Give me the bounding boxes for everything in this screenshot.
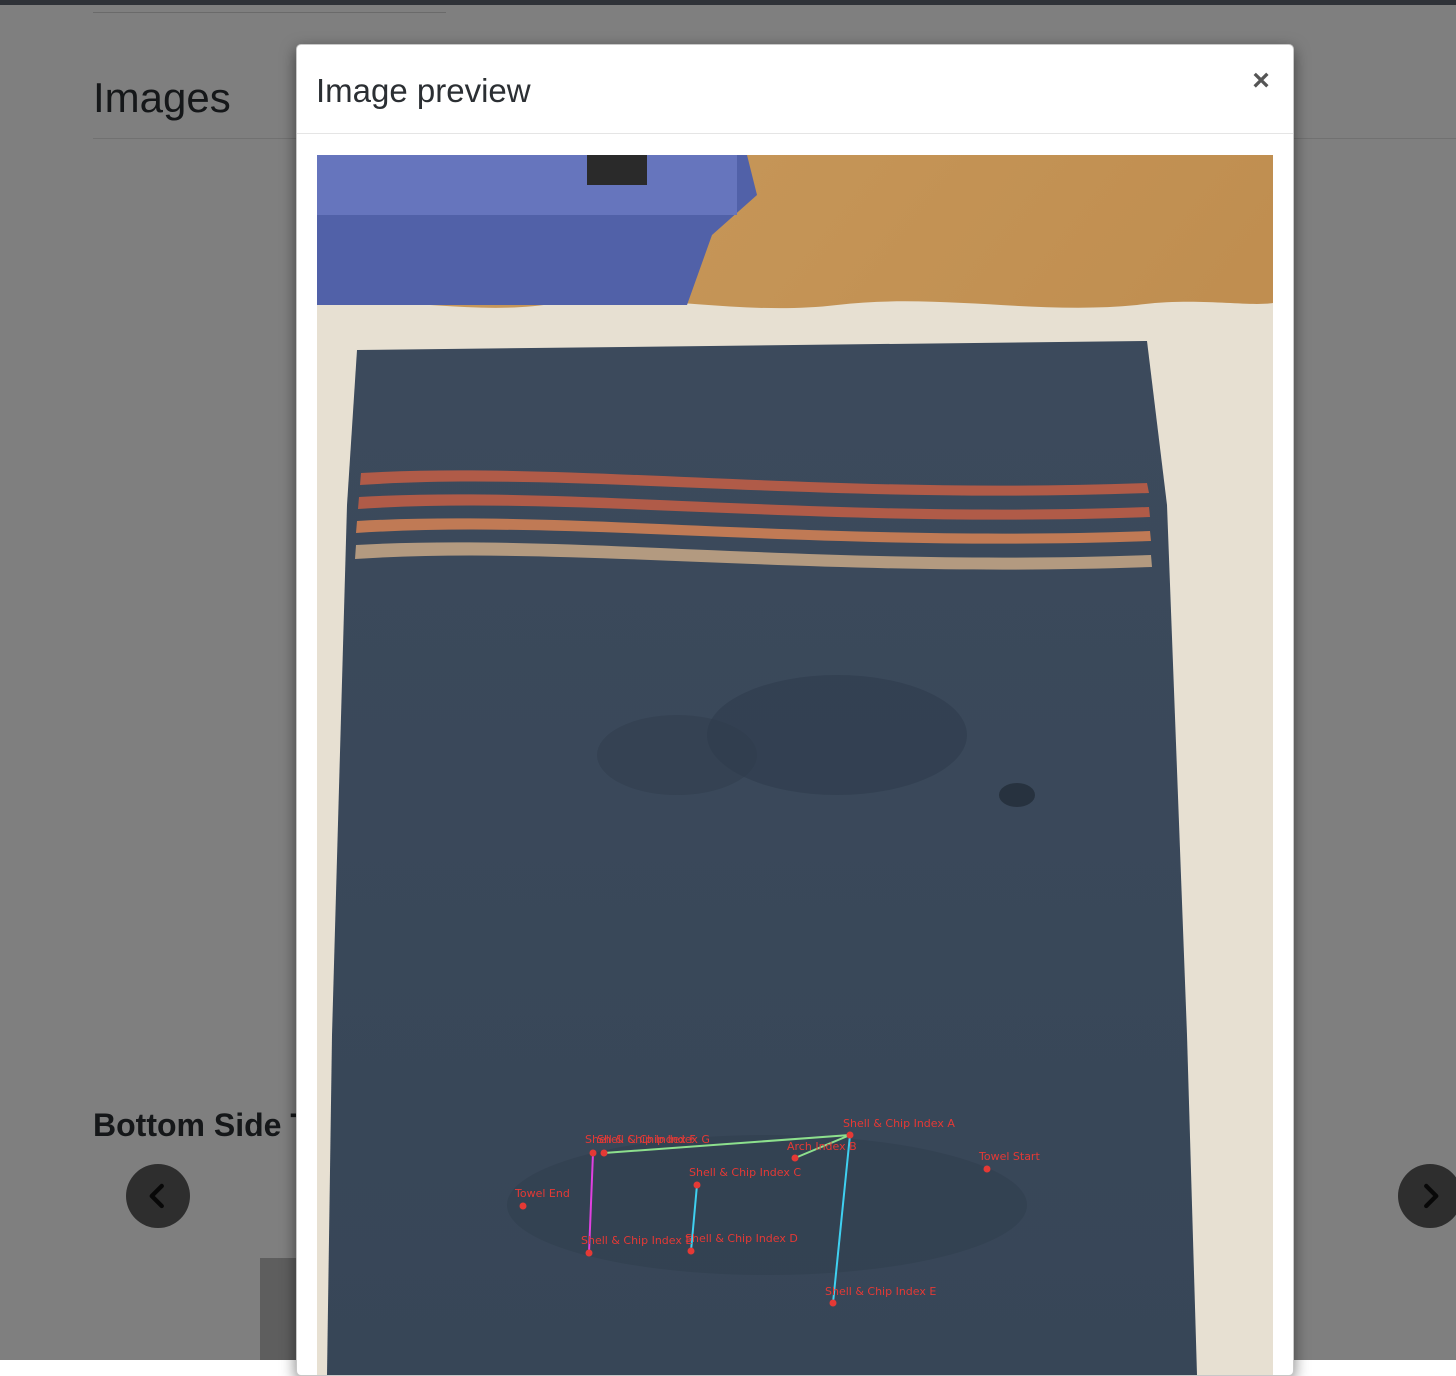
annotation-point bbox=[846, 1131, 854, 1139]
annotation-label: Towel Start bbox=[978, 1150, 1040, 1163]
annotation-label: Shell & Chip Index D bbox=[685, 1232, 798, 1245]
modal-header: Image preview × bbox=[297, 45, 1293, 134]
annotation-label: Shell & Chip Index G bbox=[597, 1133, 710, 1146]
close-button[interactable]: × bbox=[1245, 65, 1277, 97]
modal-body: Shell & Chip Index A Arch Index B Shell … bbox=[317, 155, 1273, 1375]
modal-title: Image preview bbox=[316, 72, 531, 109]
preview-image: Shell & Chip Index A Arch Index B Shell … bbox=[317, 155, 1273, 1375]
image-preview-modal: Image preview × Shell & Chip Index A Arc… bbox=[296, 44, 1294, 1376]
annotation-label: Shell & Chip Index C bbox=[689, 1166, 801, 1179]
annotation-label: Shell & Chip Index A bbox=[843, 1117, 955, 1130]
annotation-label: Shell & Chip Index E bbox=[581, 1234, 692, 1247]
annotation-label: Towel End bbox=[514, 1187, 570, 1200]
annotation-label: Shell & Chip Index E bbox=[825, 1285, 936, 1298]
annotation-label: Arch Index B bbox=[787, 1140, 857, 1153]
